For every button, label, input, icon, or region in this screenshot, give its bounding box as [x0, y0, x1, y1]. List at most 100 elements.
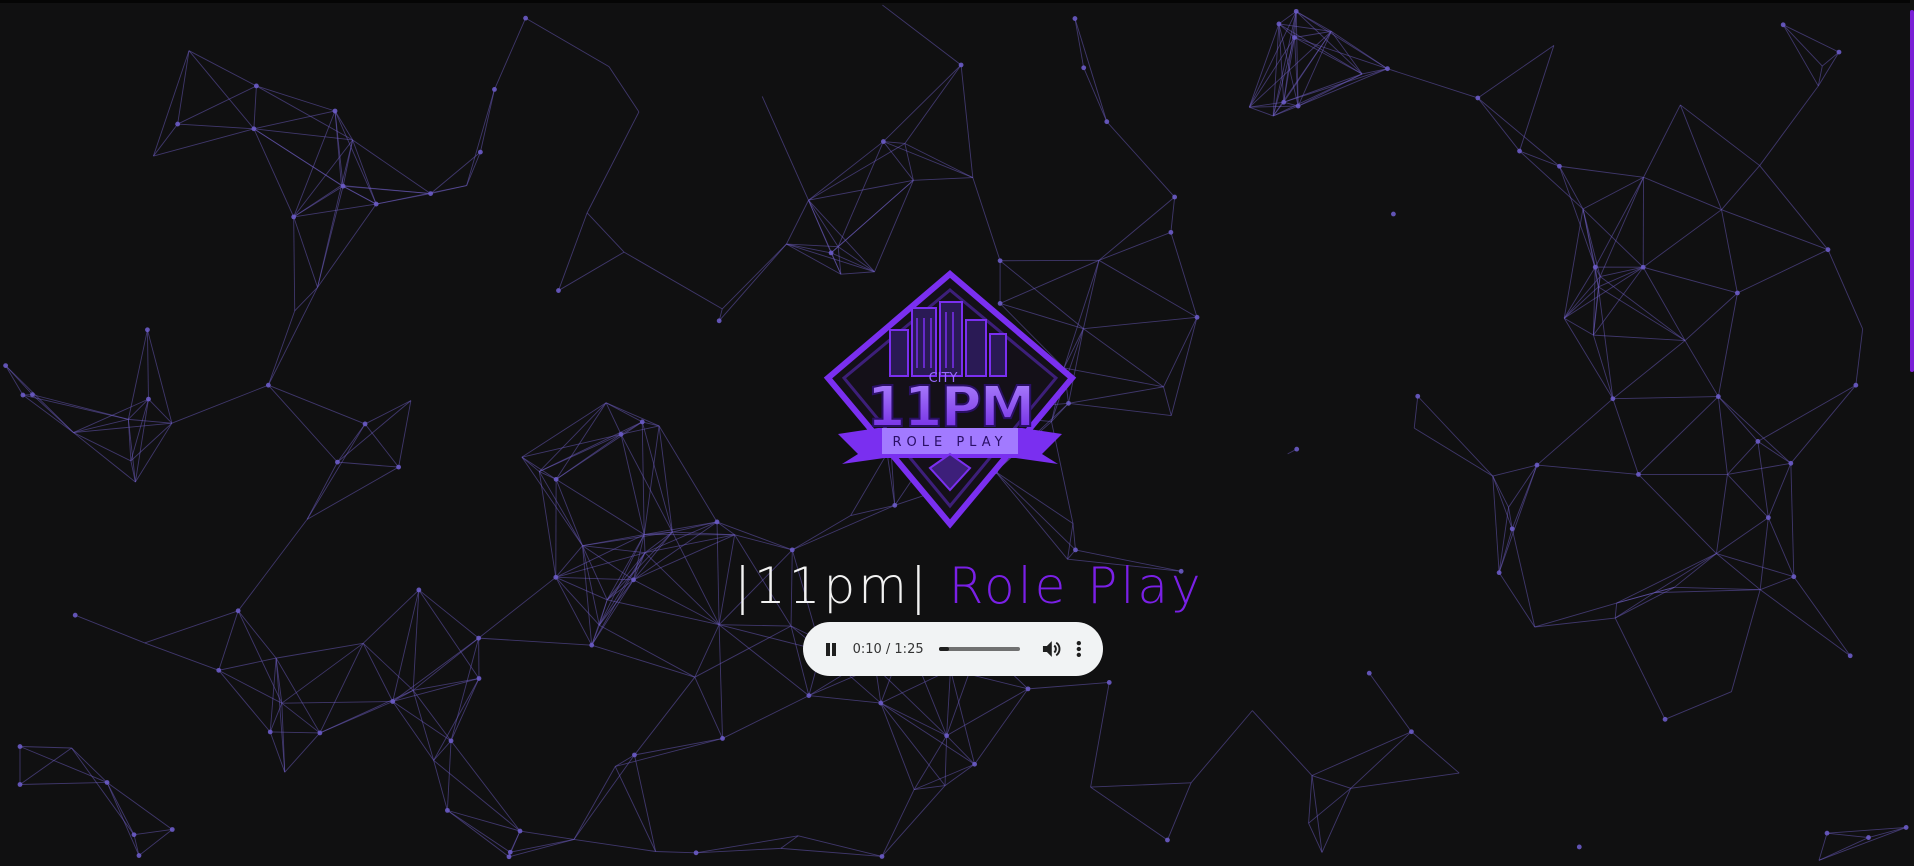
network-node: [251, 126, 257, 132]
network-link: [376, 193, 431, 205]
network-link: [1498, 464, 1538, 573]
network-link: [1827, 249, 1864, 330]
network-node: [1165, 837, 1170, 843]
network-link: [1767, 463, 1792, 518]
network-link: [418, 589, 480, 679]
network-node: [1780, 22, 1786, 28]
network-node: [880, 139, 886, 144]
network-link: [1612, 398, 1639, 475]
network-link: [1614, 617, 1666, 720]
network-node: [1715, 394, 1721, 399]
network-link: [538, 402, 607, 472]
network-link: [446, 740, 452, 811]
network-link: [19, 746, 72, 749]
network-link: [1721, 165, 1761, 210]
logo-banner-text: ROLE PLAY: [892, 435, 1007, 450]
network-link: [1826, 832, 1869, 839]
network-link: [1163, 386, 1172, 416]
more-options-icon[interactable]: [1069, 637, 1089, 661]
network-link: [1167, 782, 1192, 841]
network-link: [447, 809, 521, 832]
network-link: [284, 732, 321, 773]
network-link: [1498, 572, 1536, 628]
network-link: [880, 702, 946, 786]
network-node: [1294, 446, 1300, 452]
network-link: [352, 139, 431, 194]
network-link: [392, 678, 480, 702]
network-link: [1642, 209, 1722, 268]
network-link: [1536, 398, 1614, 466]
network-node: [169, 827, 175, 832]
network-link: [1082, 260, 1100, 329]
network-link: [719, 624, 792, 627]
network-link: [644, 521, 718, 554]
network-link: [144, 642, 219, 671]
hero-section: CITY 11PM ROLE PLAY |11pm| Role Play 0:1…: [0, 0, 1914, 866]
network-link: [1534, 617, 1616, 628]
network-link: [718, 624, 723, 739]
network-node: [997, 258, 1003, 264]
network-link: [722, 695, 810, 739]
network-node: [20, 392, 26, 398]
network-link: [1311, 775, 1351, 789]
network-node: [1824, 830, 1830, 836]
network-link: [644, 552, 720, 626]
network-link: [1559, 166, 1596, 268]
network-link: [558, 251, 625, 291]
network-link: [538, 471, 557, 578]
network-link: [1297, 68, 1388, 107]
network-link: [1790, 463, 1795, 577]
network-node: [523, 15, 529, 21]
network-node: [1496, 570, 1502, 576]
network-node: [1391, 211, 1396, 217]
network-node: [1276, 21, 1282, 27]
network-link: [718, 624, 810, 696]
network-link: [786, 200, 809, 245]
network-link: [1718, 396, 1792, 464]
network-link: [130, 422, 173, 462]
network-link: [1821, 51, 1840, 67]
network-link: [1759, 517, 1769, 590]
audio-progress-fill: [939, 647, 949, 651]
network-node: [131, 832, 137, 838]
network-link: [539, 421, 643, 472]
network-link: [1654, 553, 1717, 594]
network-link: [946, 735, 975, 765]
network-link: [1559, 165, 1644, 178]
network-link: [73, 398, 149, 433]
pause-icon[interactable]: [819, 637, 843, 661]
network-link: [478, 576, 557, 639]
network-link: [1163, 317, 1198, 388]
network-link: [615, 738, 723, 767]
network-link: [1616, 553, 1717, 604]
network-node: [1081, 65, 1087, 71]
network-link: [1782, 24, 1819, 87]
network-link: [1190, 710, 1253, 784]
audio-player[interactable]: 0:10 / 1:25: [803, 622, 1103, 676]
network-link: [293, 216, 296, 311]
network-node: [1104, 119, 1110, 125]
network-node: [253, 83, 259, 89]
network-link: [808, 143, 906, 201]
network-link: [605, 402, 660, 427]
network-link: [413, 678, 480, 691]
audio-progress-slider[interactable]: [939, 647, 1020, 651]
network-link: [269, 658, 277, 733]
network-link: [521, 456, 557, 480]
network-link: [479, 89, 495, 153]
network-link: [620, 434, 645, 535]
city-11pm-logo: CITY 11PM ROLE PLAY: [823, 270, 1077, 529]
network-link: [466, 151, 481, 186]
network-node: [1475, 95, 1481, 101]
volume-icon[interactable]: [1040, 637, 1064, 661]
network-link: [73, 432, 136, 483]
network-link: [281, 642, 364, 704]
network-link: [633, 579, 720, 626]
network-node: [1836, 49, 1842, 55]
network-link: [127, 329, 148, 420]
network-link: [904, 64, 962, 144]
network-link: [362, 589, 420, 644]
network-link: [1511, 528, 1536, 628]
network-node: [396, 464, 402, 470]
scrollbar-thumb[interactable]: [1910, 10, 1914, 372]
